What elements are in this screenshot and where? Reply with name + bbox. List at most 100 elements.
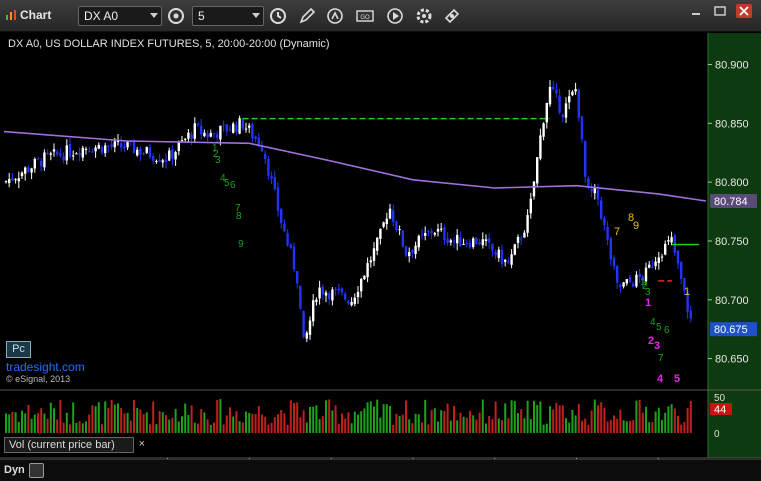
chevron-down-icon[interactable] — [150, 13, 158, 18]
volume-bar — [235, 411, 238, 433]
volume-bar — [286, 424, 289, 433]
chart-panel[interactable]: 80.900 80.850 80.800 80.750 80.700 80.650 80.7… — [0, 33, 761, 481]
ma-value-badge: 80.784 — [714, 196, 748, 208]
link-icon[interactable] — [442, 6, 462, 26]
candle-body — [180, 140, 184, 142]
volume-bar — [600, 402, 603, 433]
volume-bar — [689, 400, 692, 433]
candle-body — [667, 240, 670, 242]
volume-bar — [225, 415, 228, 433]
candle-body — [312, 300, 315, 322]
candle-body — [36, 158, 40, 160]
candle-body — [433, 232, 436, 235]
candle-body — [680, 262, 683, 280]
studies-icon[interactable]: GO — [355, 6, 375, 26]
volume-bar — [117, 403, 119, 433]
volume-bar — [184, 403, 187, 433]
chart-title: DX A0, US DOLLAR INDEX FUTURES, 5, 20:00… — [8, 38, 330, 50]
volume-bar — [603, 407, 606, 433]
interval-input[interactable]: 5 — [192, 6, 264, 26]
setup-count-yellow: 9 — [633, 220, 639, 232]
candle-body — [168, 150, 171, 161]
candle-body — [654, 261, 657, 267]
volume-bar — [629, 420, 631, 433]
candle-body — [152, 155, 155, 161]
candle-body — [110, 144, 113, 147]
volume-bar — [488, 415, 491, 433]
candle-body — [276, 187, 280, 211]
volume-bar — [187, 415, 190, 433]
play-icon[interactable] — [385, 6, 405, 26]
volume-bar — [619, 409, 622, 433]
pencil-icon[interactable] — [297, 6, 317, 26]
minimize-button[interactable] — [688, 4, 704, 18]
candle-body — [241, 118, 244, 129]
volume-bar — [376, 399, 379, 433]
volume-bar — [558, 405, 561, 433]
volume-bar — [446, 403, 449, 433]
volume-bar — [357, 414, 359, 433]
candle-body — [536, 157, 539, 184]
volume-bar — [78, 421, 81, 433]
volume-bar — [331, 410, 334, 433]
candle-body — [171, 149, 174, 159]
volume-bar — [145, 412, 148, 433]
candle-body — [164, 159, 168, 162]
candle-body — [347, 300, 350, 304]
clock-icon[interactable] — [268, 6, 288, 26]
cursor-icon[interactable] — [325, 6, 345, 26]
volume-bar — [229, 407, 231, 433]
candle-body — [369, 260, 372, 263]
volume-bar — [379, 417, 382, 433]
candle-body — [580, 116, 584, 140]
volume-bar — [664, 412, 667, 433]
candle-body — [475, 237, 478, 245]
volume-bar — [43, 413, 46, 433]
volume-bar — [49, 402, 52, 433]
candle-body — [328, 293, 331, 300]
candle-body — [366, 263, 369, 278]
volume-bar — [411, 423, 414, 433]
time-axis-bar: Dyn — [0, 459, 761, 481]
volume-bar — [363, 408, 366, 433]
restore-button[interactable] — [712, 4, 728, 18]
chevron-down-icon[interactable] — [252, 13, 260, 18]
price-tick-label: 80.850 — [715, 118, 749, 130]
volume-bar — [360, 411, 363, 433]
price-chart[interactable]: 80.900 80.850 80.800 80.750 80.700 80.650 80.7… — [0, 33, 761, 481]
volume-bar — [529, 418, 532, 433]
pc-badge[interactable]: Pc — [6, 341, 31, 358]
candle-body — [411, 249, 414, 253]
volume-bar — [417, 414, 420, 433]
volume-bar — [485, 423, 487, 433]
volume-bar — [161, 412, 164, 433]
close-icon[interactable]: × — [139, 438, 145, 450]
dyn-label[interactable]: Dyn — [4, 464, 25, 476]
refresh-icon[interactable] — [166, 6, 186, 26]
candle-body — [203, 132, 206, 137]
candle-body — [315, 299, 318, 303]
candle-body — [404, 246, 408, 256]
candle-body — [532, 181, 536, 197]
settings-icon[interactable] — [414, 6, 434, 26]
candle-body — [8, 179, 11, 184]
volume-bar — [373, 406, 375, 433]
volume-bar — [613, 415, 615, 433]
lock-icon[interactable] — [29, 463, 44, 478]
volume-bar — [590, 410, 593, 433]
volume-bar — [507, 418, 510, 433]
symbol-input[interactable]: DX A0 — [78, 6, 162, 26]
volume-bar — [581, 420, 583, 433]
volume-bar — [216, 400, 219, 433]
volume-study-text: Vol (current price bar) — [9, 439, 115, 451]
close-button[interactable] — [736, 4, 752, 18]
countdown-magenta: 1 — [645, 297, 651, 309]
candle-body — [305, 332, 308, 339]
candle-body — [244, 128, 248, 130]
volume-bar — [606, 421, 609, 433]
candle-body — [616, 266, 619, 283]
volume-value-badge: 44 — [714, 404, 726, 416]
volume-bar — [568, 422, 571, 433]
volume-study-label[interactable]: Vol (current price bar) × — [4, 437, 145, 453]
setup-count-green: 6 — [664, 325, 670, 336]
